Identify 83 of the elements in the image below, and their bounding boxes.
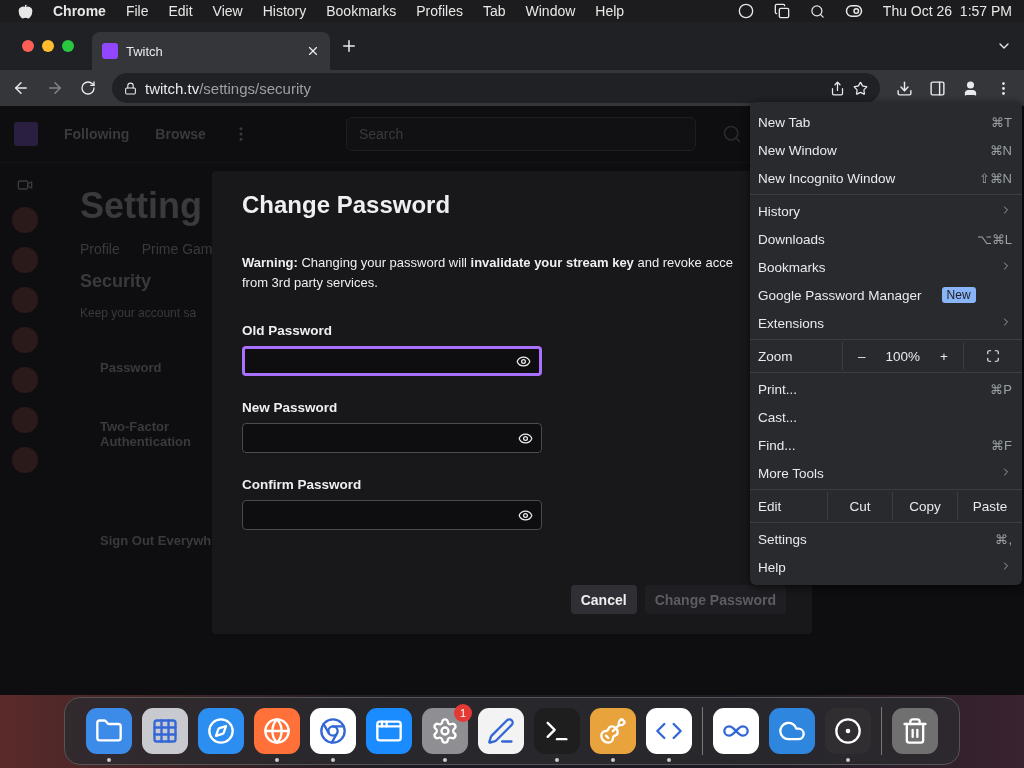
menu-item[interactable]: Downloads ⌥⌘L <box>750 225 1022 253</box>
infinity-icon[interactable] <box>713 708 759 754</box>
field-label: Old Password <box>242 323 333 338</box>
edit-action-button[interactable]: Paste <box>972 498 1008 514</box>
chrome-icon[interactable] <box>310 708 356 754</box>
text-editor-icon[interactable] <box>478 708 524 754</box>
password-field[interactable] <box>242 500 542 530</box>
show-password-icon[interactable] <box>516 353 531 369</box>
menu-bar-item[interactable]: Window <box>525 3 576 19</box>
menu-bar-item[interactable]: Edit <box>168 3 193 19</box>
back-icon[interactable] <box>12 79 30 97</box>
menu-item[interactable]: Extensions <box>750 309 1022 337</box>
warning-text: Warning: Changing your password will invalidate your stream key and revoke acce from 3rd party services. <box>242 254 733 292</box>
app-menu[interactable]: Chrome <box>53 3 106 19</box>
edit-action-button[interactable]: Copy <box>909 498 941 514</box>
bookmark-star-icon[interactable] <box>853 80 868 96</box>
menu-bar-item[interactable]: Profiles <box>416 3 463 19</box>
profile-icon[interactable] <box>962 79 979 97</box>
address-bar[interactable]: twitch.tv/settings/security <box>112 73 880 103</box>
reload-icon[interactable] <box>80 80 96 96</box>
menu-item[interactable]: Cast... <box>750 403 1022 431</box>
menu-item[interactable]: New Incognito Window ⇧⌘N <box>750 164 1022 192</box>
menu-item[interactable]: Print... ⌘P <box>750 375 1022 403</box>
password-field[interactable] <box>242 346 542 376</box>
zoom-in-button[interactable]: + <box>940 348 948 364</box>
code-editor-icon[interactable] <box>646 708 692 754</box>
notification-badge: 1 <box>454 704 472 722</box>
password-field[interactable] <box>242 423 542 453</box>
camera-icon <box>17 177 33 193</box>
cancel-button[interactable]: Cancel <box>570 585 637 614</box>
zoom-level: 100% <box>885 348 921 364</box>
record-icon[interactable] <box>825 708 871 754</box>
zoom-window-button[interactable] <box>62 40 74 52</box>
close-icon[interactable] <box>306 44 320 58</box>
menu-bar-item[interactable]: History <box>262 3 307 19</box>
new-badge: New <box>941 287 976 303</box>
compass-icon[interactable] <box>198 708 244 754</box>
show-password-icon[interactable] <box>518 430 533 446</box>
guitar-icon[interactable] <box>590 708 636 754</box>
menu-item[interactable]: Bookmarks <box>750 253 1022 281</box>
new-tab-icon[interactable] <box>340 37 358 55</box>
field-label: Confirm Password <box>242 477 362 492</box>
menu-bar-item[interactable]: Help <box>595 3 625 19</box>
minimize-window-button[interactable] <box>42 40 54 52</box>
field-label: New Password <box>242 400 338 415</box>
apple-logo-icon[interactable] <box>18 3 33 19</box>
clock[interactable]: Thu Oct 26 1:57 PM <box>882 3 1012 19</box>
dialog-title: Change Password <box>242 191 451 219</box>
share-icon[interactable] <box>830 80 845 96</box>
menu-item[interactable]: Find... ⌘F <box>750 431 1022 459</box>
menu-item[interactable]: History <box>750 197 1022 225</box>
search-icon[interactable] <box>809 3 825 19</box>
fullscreen-icon[interactable] <box>986 349 1000 363</box>
menu-item[interactable]: Google Password Manager New <box>750 281 1022 309</box>
windows-icon[interactable] <box>773 3 790 19</box>
site-icon <box>102 43 118 59</box>
trash-icon[interactable] <box>892 708 938 754</box>
menu-item[interactable]: Help <box>750 553 1022 581</box>
edit-label: Edit <box>758 498 783 514</box>
menu-item[interactable]: More Tools <box>750 459 1022 487</box>
side-panel-icon[interactable] <box>929 79 946 97</box>
browser-tab[interactable]: Twitch <box>92 32 330 70</box>
close-window-button[interactable] <box>22 40 34 52</box>
forward-icon[interactable] <box>46 79 64 97</box>
menu-bar-item[interactable]: View <box>212 3 243 19</box>
lock-icon <box>124 81 137 95</box>
weather-icon[interactable] <box>769 708 815 754</box>
show-password-icon[interactable] <box>518 507 533 523</box>
menu-item[interactable]: New Window ⌘N <box>750 136 1022 164</box>
menu-bar-item[interactable]: Bookmarks <box>326 3 397 19</box>
zoom-label: Zoom <box>758 348 794 364</box>
download-icon[interactable] <box>896 79 913 97</box>
menu-item[interactable]: New Tab ⌘T <box>750 108 1022 136</box>
launchpad-icon[interactable] <box>142 708 188 754</box>
menu-item[interactable]: Settings ⌘, <box>750 525 1022 553</box>
status-icon[interactable] <box>737 3 754 19</box>
control-center-icon[interactable] <box>844 2 863 20</box>
menu-bar-item[interactable]: Tab <box>482 3 506 19</box>
zoom-out-button[interactable]: – <box>858 348 866 364</box>
menu-bar-item[interactable]: File <box>125 3 149 19</box>
terminal-icon[interactable] <box>534 708 580 754</box>
gear-icon[interactable] <box>422 708 468 754</box>
edit-action-button[interactable]: Cut <box>849 498 871 514</box>
